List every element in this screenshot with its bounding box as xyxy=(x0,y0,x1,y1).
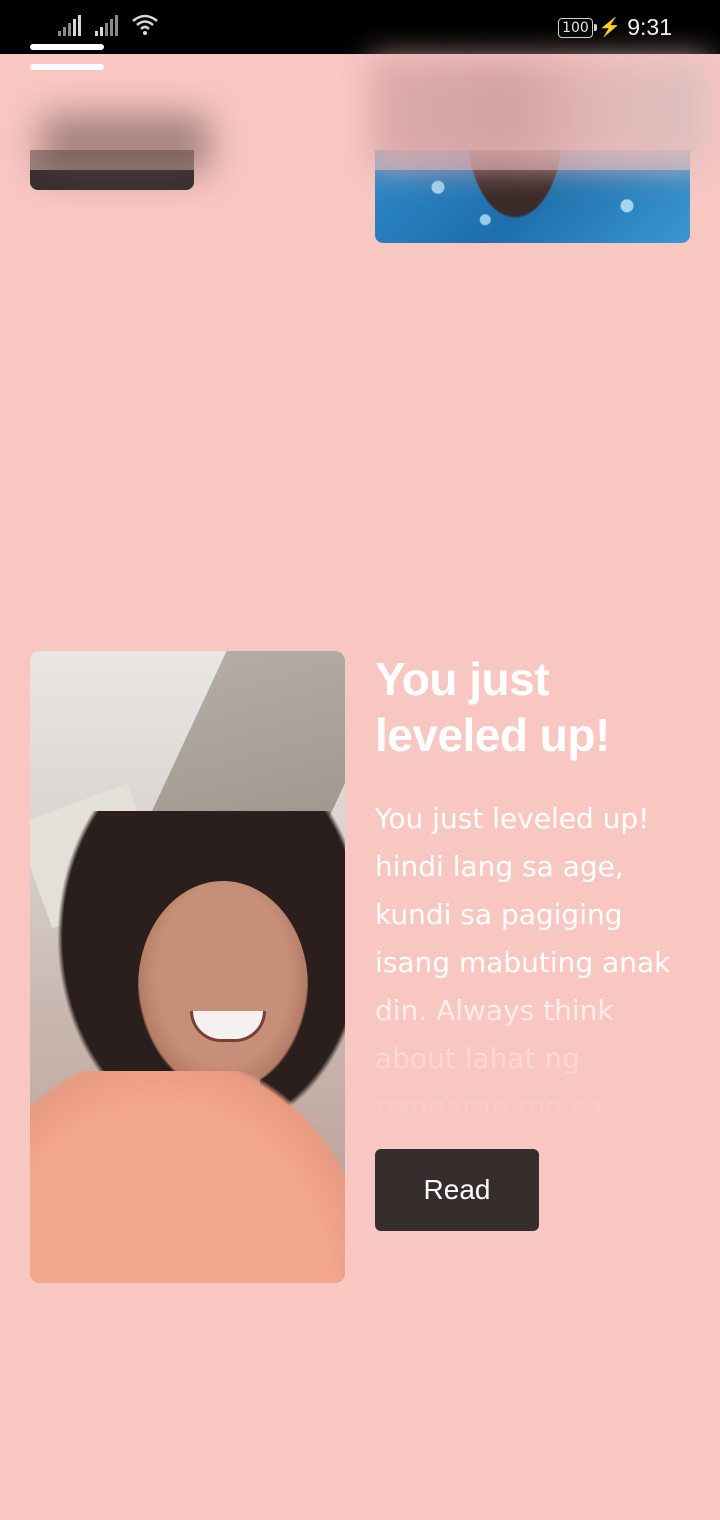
site-header xyxy=(0,54,720,174)
wifi-icon xyxy=(132,14,158,35)
post-content: You just leveled up! You just leveled up… xyxy=(375,651,695,1117)
post-title: You just leveled up! xyxy=(375,653,610,761)
signal-icon xyxy=(58,14,81,36)
status-left xyxy=(58,14,158,36)
status-bar: 100 ⚡ 9:31 xyxy=(0,0,720,54)
post-photo xyxy=(30,651,345,1283)
hamburger-menu-icon[interactable] xyxy=(30,44,104,74)
read-button[interactable]: Read xyxy=(375,1149,539,1231)
charging-icon: ⚡ xyxy=(598,17,622,37)
status-right: 100 ⚡ 9:31 xyxy=(558,14,672,41)
signal-icon-2 xyxy=(95,14,118,36)
clock: 9:31 xyxy=(627,14,672,40)
post-excerpt: You just leveled up! hindi lang sa age, … xyxy=(375,802,671,1117)
battery-indicator: 100 xyxy=(558,17,597,38)
